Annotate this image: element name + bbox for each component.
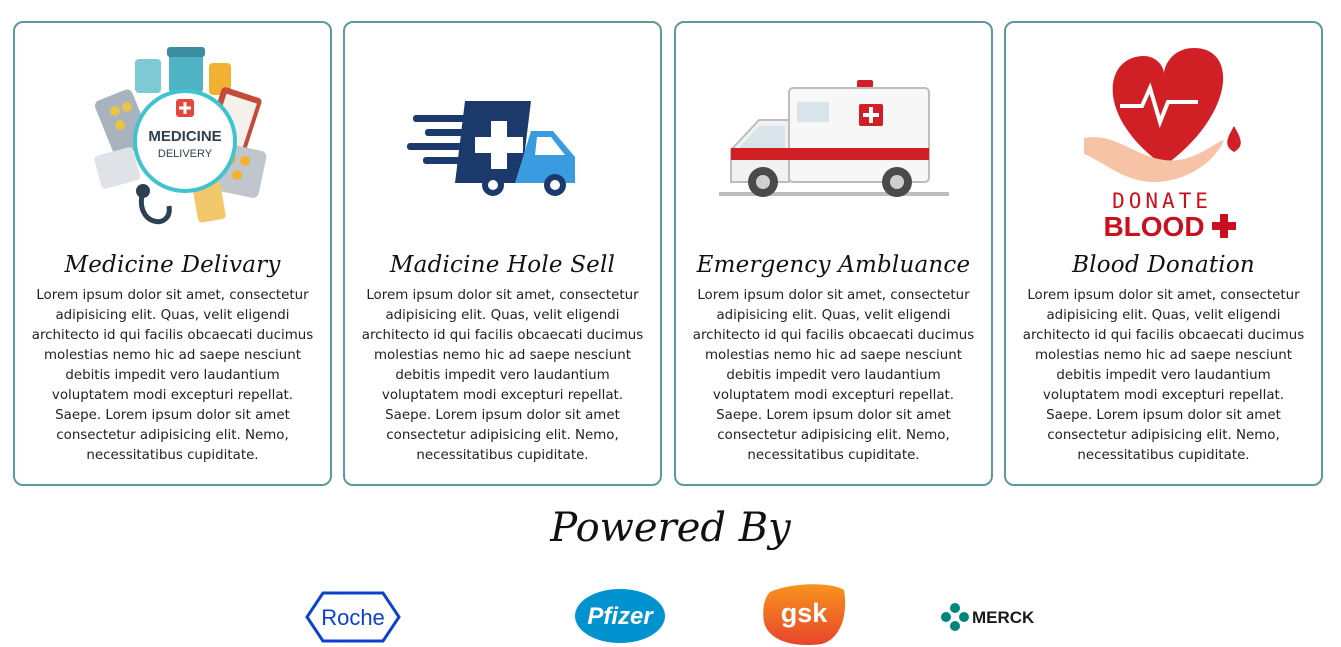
card-medicine-delivery: MEDICINE DELIVERY Medicine Delivary Lore… — [13, 21, 332, 486]
pfizer-logo: Pfizer — [574, 587, 666, 645]
art-line1: DONATE — [1112, 189, 1212, 213]
gsk-logo-text: gsk — [781, 598, 829, 628]
roche-logo: Roche — [305, 591, 401, 643]
medicine-delivery-illustration: MEDICINE DELIVERY — [15, 33, 330, 248]
delivery-truck-icon — [406, 100, 575, 196]
gsk-logo: gsk — [762, 582, 846, 646]
card-title: Medicine Delivary — [64, 252, 281, 278]
card-title: Madicine Hole Sell — [389, 252, 616, 278]
roche-logo-text: Roche — [321, 605, 385, 630]
blood-donation-illustration: DONATE BLOOD — [1006, 33, 1321, 248]
card-emergency-ambulance: Emergency Ambluance Lorem ipsum dolor si… — [674, 21, 993, 486]
donate-blood-icon: DONATE BLOOD — [1083, 47, 1241, 242]
merck-logo-text: MERCK — [972, 608, 1035, 627]
card-description: Lorem ipsum dolor sit amet, consectetur … — [361, 288, 644, 463]
card-blood-donation: DONATE BLOOD Blood Donation Lorem ipsum … — [1004, 21, 1323, 486]
wholesale-illustration — [345, 33, 660, 248]
service-cards: MEDICINE DELIVERY Medicine Delivary Lore… — [13, 21, 1326, 489]
medicine-delivery-icon: MEDICINE DELIVERY — [93, 46, 266, 224]
card-title: Emergency Ambluance — [696, 252, 971, 278]
merck-logo: MERCK — [940, 602, 1036, 632]
powered-by-heading: Powered By — [550, 505, 791, 551]
art-line1: MEDICINE — [148, 128, 221, 145]
art-line2: DELIVERY — [157, 148, 212, 160]
card-medicine-wholesale: Madicine Hole Sell Lorem ipsum dolor sit… — [343, 21, 662, 486]
pfizer-logo-text: Pfizer — [587, 603, 654, 630]
art-line2: BLOOD — [1103, 211, 1204, 242]
card-description: Lorem ipsum dolor sit amet, consectetur … — [692, 288, 975, 463]
ambulance-illustration — [676, 33, 991, 248]
card-description: Lorem ipsum dolor sit amet, consectetur … — [1022, 288, 1305, 463]
card-title: Blood Donation — [1072, 252, 1255, 278]
ambulance-icon — [718, 79, 949, 197]
card-description: Lorem ipsum dolor sit amet, consectetur … — [31, 288, 314, 463]
